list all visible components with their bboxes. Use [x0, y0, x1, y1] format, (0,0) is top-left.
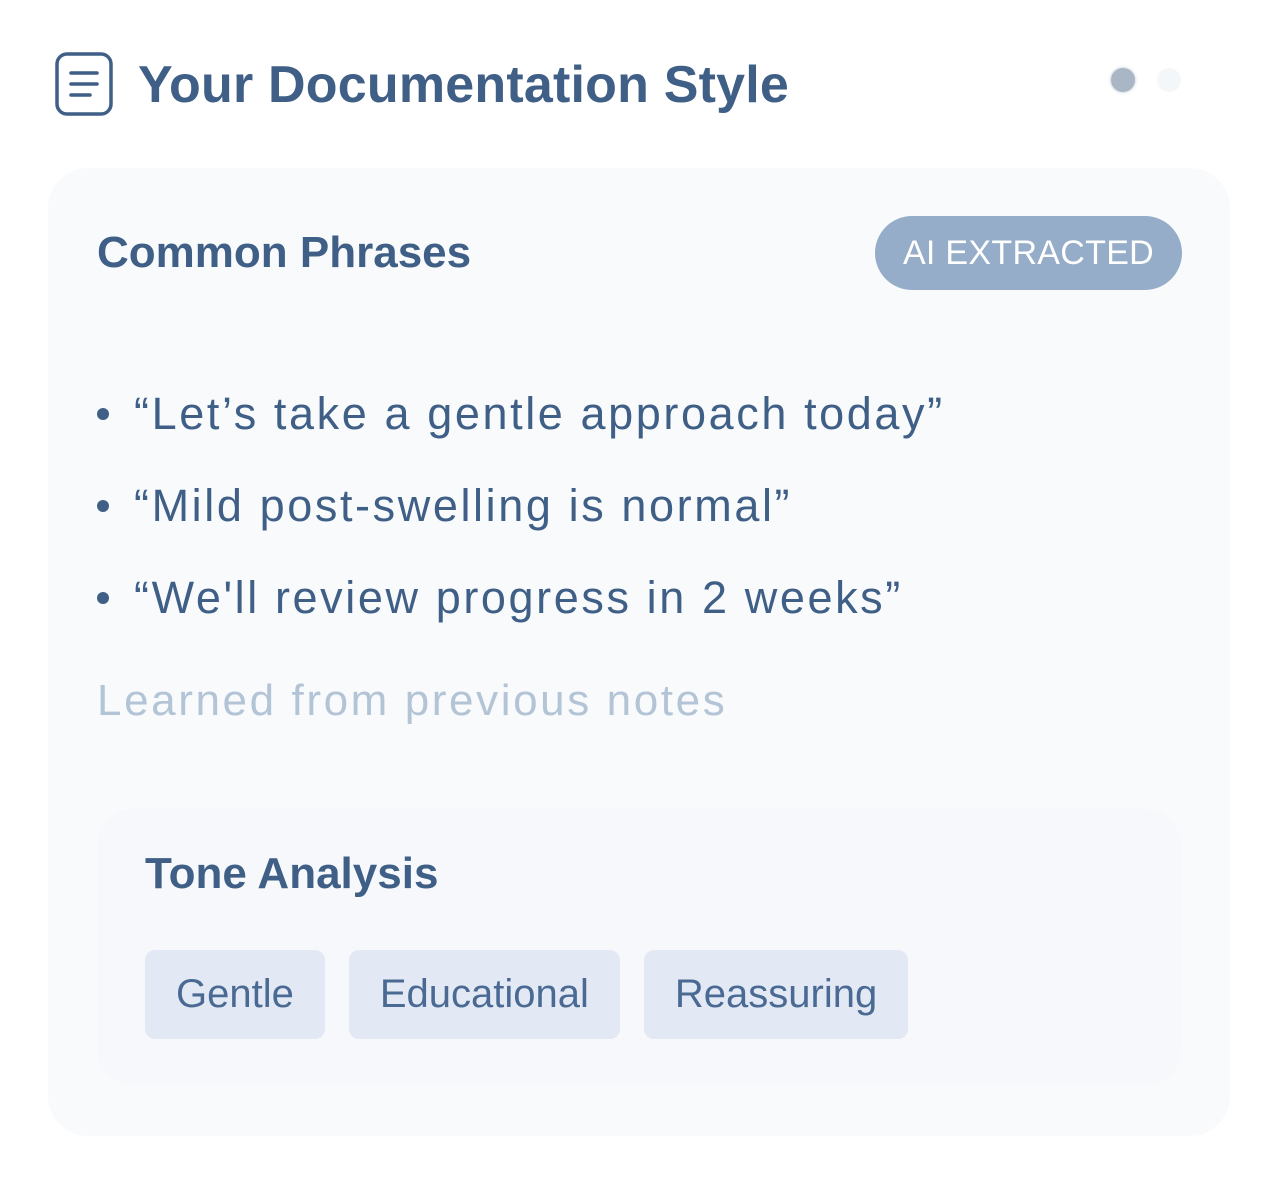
tone-tag-educational: Educational [348, 950, 620, 1039]
tone-analysis-panel: Tone Analysis Gentle Educational Reassur… [97, 809, 1181, 1085]
documentation-style-card: Common Phrases AI EXTRACTED “Let’s take … [48, 168, 1230, 1136]
phrase-text: “Let’s take a gentle approach today” [134, 388, 945, 439]
bullet-icon [97, 408, 109, 420]
learned-from-note: Learned from previous notes [97, 676, 728, 725]
list-item: “Let’s take a gentle approach today” [97, 368, 945, 460]
tone-tag-gentle: Gentle [145, 950, 325, 1039]
header: Your Documentation Style [55, 50, 1228, 120]
common-phrases-list: “Let’s take a gentle approach today” “Mi… [97, 368, 945, 644]
document-lines-icon [55, 52, 113, 116]
common-phrases-heading: Common Phrases [97, 228, 472, 277]
list-item: “We'll review progress in 2 weeks” [97, 552, 945, 644]
status-indicator [1111, 68, 1181, 92]
ai-extracted-badge: AI EXTRACTED [875, 216, 1182, 290]
tone-analysis-heading: Tone Analysis [145, 849, 439, 898]
tone-tag-reassuring: Reassuring [643, 950, 909, 1039]
phrase-text: “Mild post-swelling is normal” [134, 480, 793, 531]
bullet-icon [97, 592, 109, 604]
list-item: “Mild post-swelling is normal” [97, 460, 945, 552]
status-dot-inactive [1157, 68, 1181, 92]
tone-tags: Gentle Educational Reassuring [145, 950, 909, 1039]
phrase-text: “We'll review progress in 2 weeks” [134, 572, 903, 623]
page-title: Your Documentation Style [138, 56, 790, 114]
status-dot-active [1111, 68, 1135, 92]
bullet-icon [97, 500, 109, 512]
